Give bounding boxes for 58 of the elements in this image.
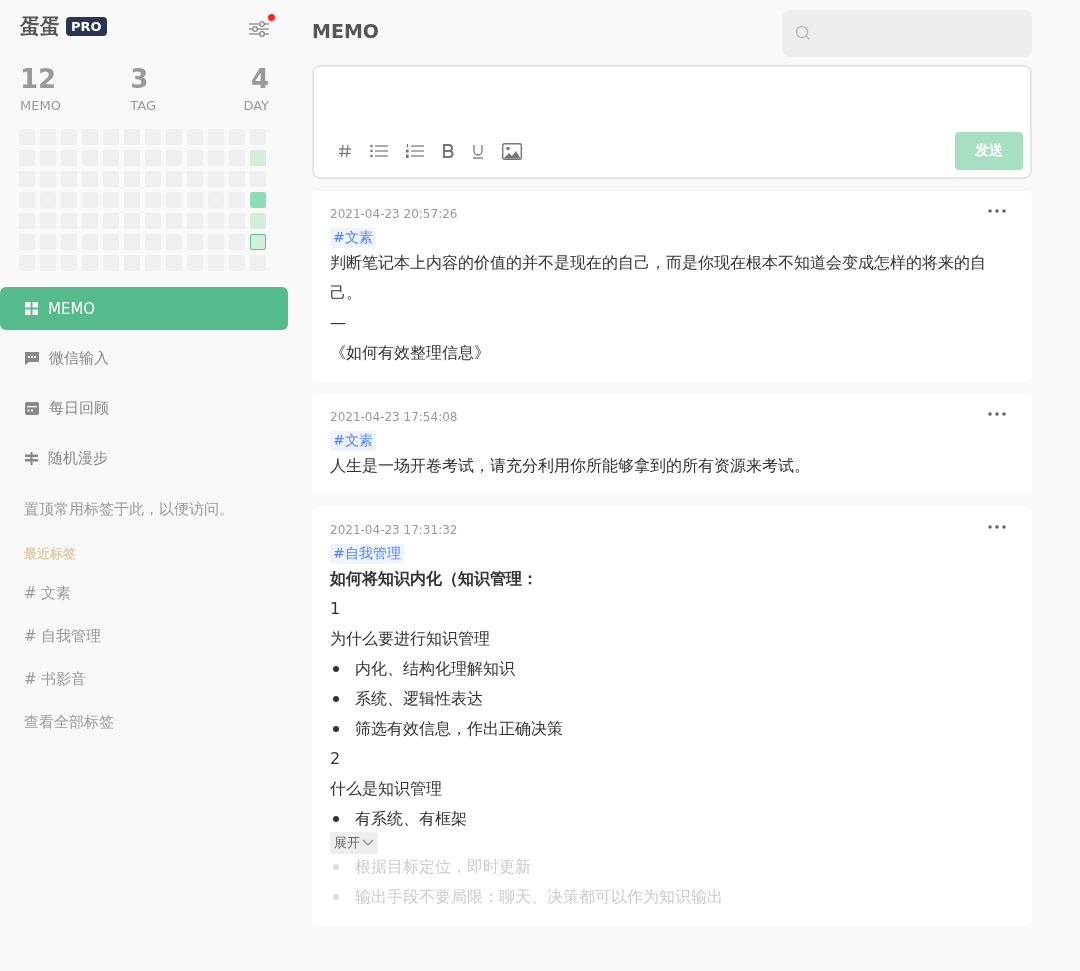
memo-text: 2 xyxy=(330,748,341,770)
stat-value: 4 xyxy=(250,64,269,94)
memo-tag[interactable]: #文素 xyxy=(330,431,376,451)
memo-timestamp: 2021-04-23 20:57:26 xyxy=(330,207,458,221)
bullet-icon xyxy=(333,816,339,822)
calendar-icon xyxy=(25,402,39,415)
memo-text: 如何将知识内化（知识管理： xyxy=(330,568,538,590)
nav-item[interactable]: MEMO xyxy=(0,287,288,330)
list-item: 系统、逻辑性表达 xyxy=(355,688,483,710)
bold-icon[interactable] xyxy=(440,142,456,160)
bullet-icon xyxy=(333,894,339,900)
bullet-icon xyxy=(333,864,339,870)
tag-link[interactable]: # 书影音 xyxy=(24,665,288,693)
tag-link[interactable]: # 文素 xyxy=(24,579,288,607)
search-icon xyxy=(795,25,811,41)
nav-item[interactable]: 随机漫步 xyxy=(0,437,288,480)
memo-text: 什么是知识管理 xyxy=(330,778,442,800)
memo-text: 人生是一场开卷考试，请充分利用你所能够拿到的所有资源来考试。 xyxy=(330,455,810,477)
tag-link[interactable]: # 自我管理 xyxy=(24,622,288,650)
memo-text: — xyxy=(330,312,346,334)
memo-tag[interactable]: #自我管理 xyxy=(330,544,404,564)
memo-text: 判断笔记本上内容的价值的并不是现在的自己，而是你现在根本不知道会变成怎样的将来的自己。 xyxy=(330,252,987,304)
memo-timestamp: 2021-04-23 17:31:32 xyxy=(330,523,458,537)
signpost-icon xyxy=(25,452,38,465)
bullet-icon xyxy=(333,726,339,732)
memo-timestamp: 2021-04-23 17:54:08 xyxy=(330,410,458,424)
list-item: 内化、结构化理解知识 xyxy=(355,658,515,680)
image-icon[interactable] xyxy=(500,140,524,162)
search-field[interactable] xyxy=(782,9,1032,57)
bullet-icon xyxy=(333,696,339,702)
view-all-tags-link[interactable]: 查看全部标签 xyxy=(24,708,288,736)
stat-label: DAY xyxy=(243,98,269,113)
chevron-down-icon xyxy=(362,839,374,847)
settings-button[interactable] xyxy=(248,13,275,39)
stat-value: 3 xyxy=(130,64,150,94)
memo-text: 1 xyxy=(330,598,341,620)
page-title: MEMO xyxy=(312,20,379,42)
bulleted-list-icon[interactable] xyxy=(368,142,390,160)
nav-item[interactable]: 微信输入 xyxy=(0,337,288,380)
memo-tag[interactable]: #文素 xyxy=(330,228,376,248)
stat-label: MEMO xyxy=(20,98,61,113)
stat-label: TAG xyxy=(130,98,156,113)
nav-item[interactable]: 每日回顾 xyxy=(0,387,288,430)
chat-icon xyxy=(25,352,39,365)
expand-button[interactable]: 展开 xyxy=(330,832,378,854)
hash-icon[interactable] xyxy=(336,142,354,160)
app-name: 蛋蛋 xyxy=(20,12,60,40)
pin-hint: 置顶常用标签于此，以便访问。 xyxy=(24,500,235,519)
memo-text: 《如何有效整理信息》 xyxy=(330,342,490,364)
pro-badge: PRO xyxy=(66,16,107,36)
list-item: 筛选有效信息，作出正确决策 xyxy=(355,718,563,740)
list-item: 有系统、有框架 xyxy=(355,808,467,830)
bullet-icon xyxy=(333,666,339,672)
memo-text: 为什么要进行知识管理 xyxy=(330,628,490,650)
stat-value: 12 xyxy=(20,64,58,94)
grid-icon xyxy=(25,302,38,315)
section-title: 最近标签 xyxy=(24,545,77,563)
numbered-list-icon[interactable] xyxy=(404,142,426,160)
